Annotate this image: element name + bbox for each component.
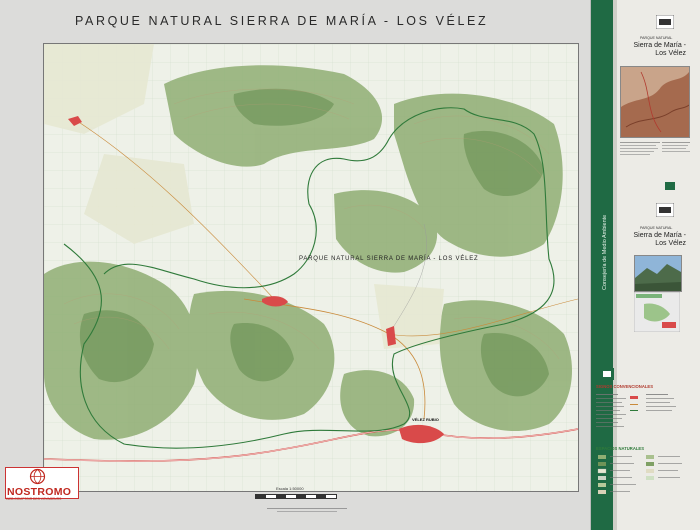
globe-icon: [29, 468, 46, 485]
park-area-label: PARQUE NATURAL SIERRA DE MARÍA - LOS VÉL…: [299, 256, 479, 262]
map-sheet: PARQUE NATURAL SIERRA DE MARÍA - LOS VÉL…: [0, 0, 590, 530]
panel-text-block-1: [620, 141, 692, 167]
spine-text: Consejería de Medio Ambiente: [602, 214, 608, 290]
scale-bar: [255, 494, 337, 499]
watermark-subtitle: WEB COMPTOIR DES VOYAGEURS: [6, 497, 62, 501]
panel-tag-2: PARQUE NATURAL: [640, 226, 673, 230]
map-credits-placeholder: [262, 507, 352, 514]
panel-title-2-line1: Sierra de María -: [633, 232, 686, 239]
junta-logo-middle: [656, 203, 674, 217]
panel-title-2: Sierra de María - Los Vélez: [614, 232, 686, 248]
panel-title-1-line2: Los Vélez: [655, 50, 686, 57]
credits-lines: [267, 508, 347, 512]
junta-logo-bottom: [600, 368, 614, 380]
legend-symbols: [596, 394, 676, 427]
topographic-map[interactable]: [44, 44, 578, 491]
panel-title-1-line1: Sierra de María -: [633, 42, 686, 49]
legend-areas: [597, 455, 682, 494]
junta-logo-mini: [665, 182, 675, 190]
panel-title-2-line2: Los Vélez: [655, 240, 686, 247]
scale-label: Escala 1:50000: [276, 486, 304, 491]
legend-heading: SIGNOS CONVENCIONALES: [596, 384, 654, 389]
map-title: PARQUE NATURAL SIERRA DE MARÍA - LOS VÉL…: [75, 14, 489, 28]
relief-thumbnail: [620, 66, 690, 138]
map-frame[interactable]: PARQUE NATURAL SIERRA DE MARÍA - LOS VÉL…: [43, 43, 579, 492]
legend-heading-2: ESPACIOS NATURALES: [596, 446, 645, 451]
town-label-velez-rubio: VÉLEZ RUBIO: [412, 417, 439, 422]
photo-thumbnail: [634, 255, 682, 292]
panel-tag-1: PARQUE NATURAL: [640, 36, 673, 40]
text-lines-1: [620, 142, 690, 155]
junta-logo-top: [656, 15, 674, 29]
panel-title-1: Sierra de María - Los Vélez: [614, 42, 686, 58]
location-minimap: [634, 292, 680, 332]
